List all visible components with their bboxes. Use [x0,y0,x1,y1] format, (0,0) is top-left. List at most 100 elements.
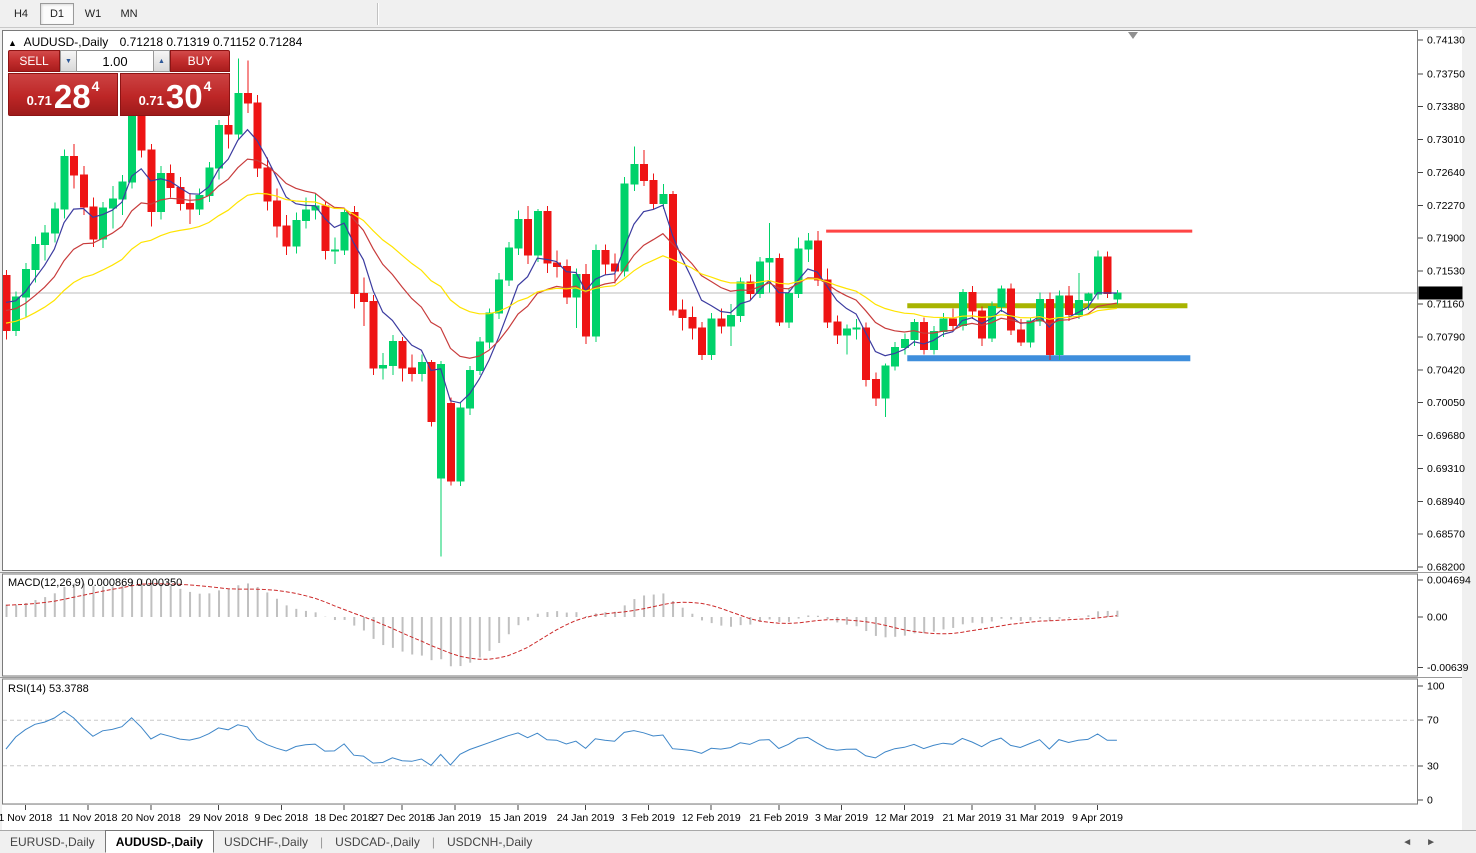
date-axis-label: 3 Feb 2019 [622,812,675,824]
tab-usdcad[interactable]: USDCAD-,Daily [325,832,430,852]
rsi-axis-label: 0 [1427,795,1433,807]
candle-body [196,196,203,209]
candle-body [90,207,97,239]
candle-body [843,329,850,335]
candle-body [621,184,628,271]
candle-body [331,250,338,251]
candle-body [525,220,532,256]
tab-eurusd[interactable]: EURUSD-,Daily [0,832,105,852]
candle-body [592,251,599,336]
candle-body [950,319,957,325]
date-axis-label: 18 Dec 2018 [314,812,374,824]
date-axis-label: 21 Mar 2019 [943,812,1002,824]
rsi-axis-label: 30 [1427,760,1439,772]
candle-body [138,111,145,150]
candle-body [245,93,252,103]
sell-button[interactable]: SELL [8,50,60,72]
candle-body [1027,321,1034,342]
candle-body [486,313,493,342]
volume-decrease-button[interactable]: ▼ [60,50,77,72]
candle-body [1008,289,1015,330]
tab-audusd[interactable]: AUDUSD-,Daily [105,830,214,853]
chart-title: ▲ AUDUSD-,Daily 0.71218 0.71319 0.71152 … [8,35,302,49]
candle-body [670,195,677,311]
tab-usdcnh[interactable]: USDCNH-,Daily [437,832,542,852]
timeframe-button-w1[interactable]: W1 [76,3,110,25]
candle-body [119,182,126,199]
candle-body [795,249,802,293]
date-axis-label: 12 Feb 2019 [682,812,741,824]
price-axis-label: 0.73380 [1427,101,1465,113]
collapse-triangle-icon[interactable]: ▲ [8,38,17,48]
candle-body [602,251,609,264]
candle-body [814,241,821,280]
candle-body [660,195,667,204]
date-axis-label: 20 Nov 2018 [121,812,181,824]
candle-body [708,319,715,355]
candle-body [283,226,290,246]
date-axis-label: 31 Mar 2019 [1005,812,1064,824]
tab-separator: | [432,835,435,849]
candle-body [940,319,947,331]
sell-price-button[interactable]: 0.71 28 4 [8,73,118,116]
tab-scroll-left-icon[interactable]: ◄ [1402,837,1412,848]
date-axis-label: 9 Dec 2018 [254,812,308,824]
macd-indicator-label: MACD(12,26,9) 0.000869 0.000350 [8,577,182,589]
price-axis-label: 0.70420 [1427,364,1465,376]
macd-axis-label: 0.004694 [1427,574,1471,586]
candle-body [418,363,425,374]
candle-body [515,220,522,248]
candle-body [863,328,870,380]
tab-usdchf[interactable]: USDCHF-,Daily [214,832,318,852]
date-axis-label: 3 Mar 2019 [815,812,868,824]
candle-body [61,156,68,208]
candle-body [264,168,271,201]
price-axis-label: 0.71160 [1427,299,1464,311]
rsi-axis-label: 100 [1427,681,1445,693]
buy-price-prefix: 0.71 [139,93,164,108]
candle-body [42,233,49,245]
toolbar-separator [377,3,379,25]
price-axis-label: 0.68200 [1427,562,1465,574]
candle-body [438,364,445,478]
volume-increase-button[interactable]: ▲ [153,50,170,72]
candle-body [631,164,638,184]
price-axis-label: 0.73750 [1427,68,1465,80]
candle-body [872,380,879,399]
timeframe-button-h4[interactable]: H4 [4,3,38,25]
chart-ohlc-values: 0.71218 0.71319 0.71152 0.71284 [120,35,303,49]
candle-body [766,259,773,263]
tab-scroll-right-icon[interactable]: ► [1426,837,1436,848]
tab-scroll-arrows: ◄► [1402,837,1436,848]
chart-canvas[interactable]: 0.741300.737500.733800.730100.726400.722… [0,0,1476,852]
chart-symbol-label: AUDUSD-,Daily [24,35,109,49]
tab-separator: | [320,835,323,849]
candle-body [302,210,309,221]
date-axis-label: 29 Nov 2018 [189,812,249,824]
price-axis-label: 0.73010 [1427,134,1465,146]
volume-input[interactable] [77,50,153,72]
candle-body [235,93,242,134]
buy-button[interactable]: BUY [170,50,230,72]
candle-body [1085,294,1092,300]
timeframe-button-d1[interactable]: D1 [40,3,74,25]
candle-body [882,366,889,398]
candle-body [699,328,706,355]
timeframe-button-mn[interactable]: MN [112,3,146,25]
date-axis-label: 1 Nov 2018 [0,812,52,824]
symbol-tabbar: EURUSD-,DailyAUDUSD-,DailyUSDCHF-,Daily|… [0,830,1476,853]
candle-body [728,316,735,327]
date-axis-label: 24 Jan 2019 [557,812,615,824]
candle-body [969,292,976,311]
candle-body [583,275,590,336]
date-axis-label: 6 Jan 2019 [429,812,481,824]
candle-body [1066,296,1073,315]
candle-body [921,323,928,350]
buy-price-button[interactable]: 0.71 30 4 [120,73,230,116]
price-axis-label: 0.72640 [1427,167,1465,179]
candle-body [360,293,367,301]
price-axis-label: 0.71530 [1427,266,1465,278]
candle-body [496,280,503,313]
price-axis-label: 0.71900 [1427,233,1465,245]
candle-body [71,156,78,175]
